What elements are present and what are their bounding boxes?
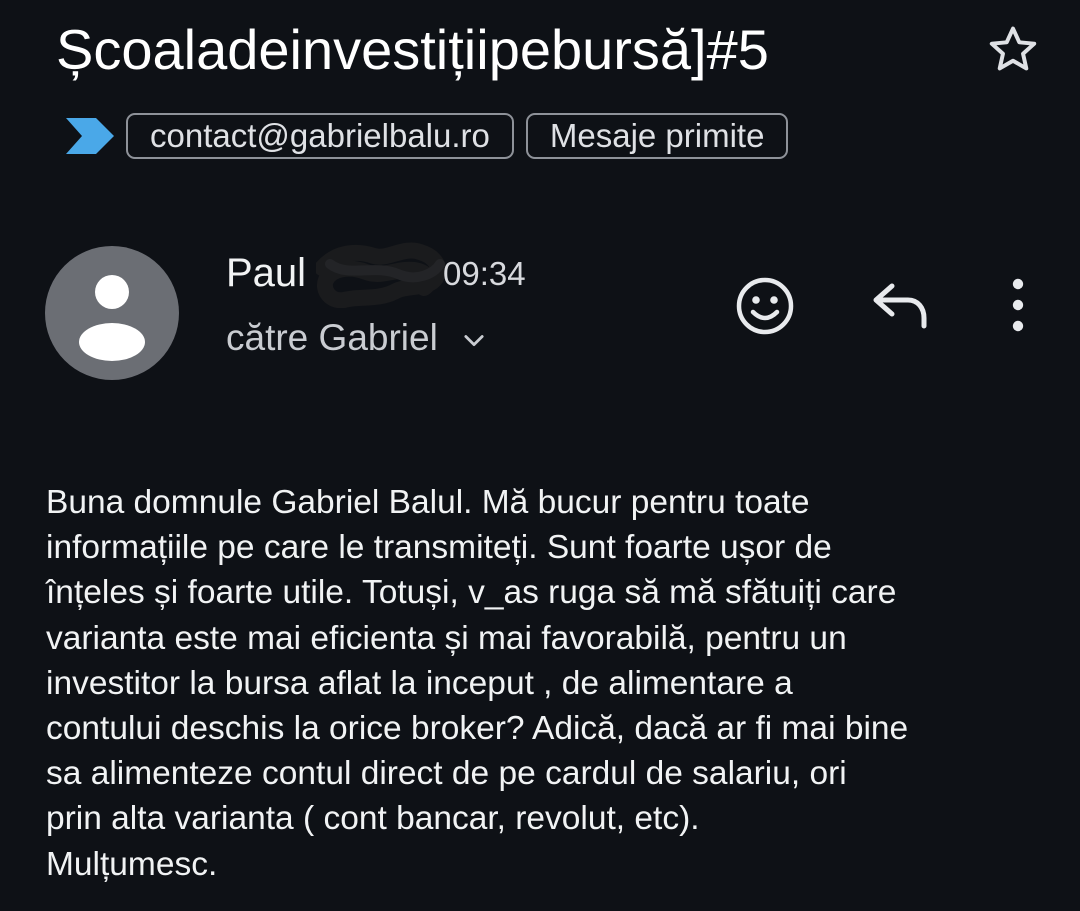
more-options-icon[interactable]	[998, 276, 1038, 334]
body-line: informațiile pe care le transmiteți. Sun…	[46, 529, 832, 567]
email-body: Buna domnule Gabriel Balul. Mă bucur pen…	[46, 480, 1056, 887]
sender-avatar[interactable]	[45, 246, 179, 380]
reply-icon[interactable]	[868, 276, 934, 332]
body-line: prin alta varianta ( cont bancar, revolu…	[46, 800, 700, 838]
recipient-label: către Gabriel	[226, 317, 438, 358]
body-line: Buna domnule Gabriel Balul. Mă bucur pen…	[46, 484, 810, 521]
received-time: 09:34	[443, 255, 526, 292]
body-line: varianta este mai eficienta și mai favor…	[46, 619, 847, 657]
add-reaction-icon[interactable]	[733, 274, 797, 338]
label-chip-contact[interactable]: contact@gabrielbalu.ro	[126, 113, 514, 159]
redaction-scribble	[316, 242, 446, 308]
label-chip-inbox[interactable]: Mesaje primite	[525, 113, 789, 159]
label-row: contact@gabrielbalu.ro Mesaje primite	[64, 112, 800, 160]
body-line: înțeles și foarte utile. Totuși, v_as ru…	[46, 574, 897, 612]
importance-marker-icon[interactable]	[64, 116, 116, 156]
email-view: Școaladeinvestițiipebursă]#5 contact@gab…	[0, 0, 1080, 911]
sender-name[interactable]: Paul	[226, 246, 306, 300]
chevron-down-icon	[464, 335, 484, 347]
recipient-toggle[interactable]: către Gabriel	[226, 313, 488, 363]
star-icon[interactable]	[982, 22, 1044, 78]
body-line: investitor la bursa aflat la inceput , d…	[46, 664, 793, 702]
body-line: Mulțumesc.	[46, 845, 218, 883]
body-line: contului deschis la orice broker? Adică,…	[46, 710, 909, 748]
person-icon	[79, 275, 145, 361]
email-subject: Școaladeinvestițiipebursă]#5	[56, 18, 769, 81]
body-line: sa alimenteze contul direct de pe cardul…	[46, 755, 847, 793]
